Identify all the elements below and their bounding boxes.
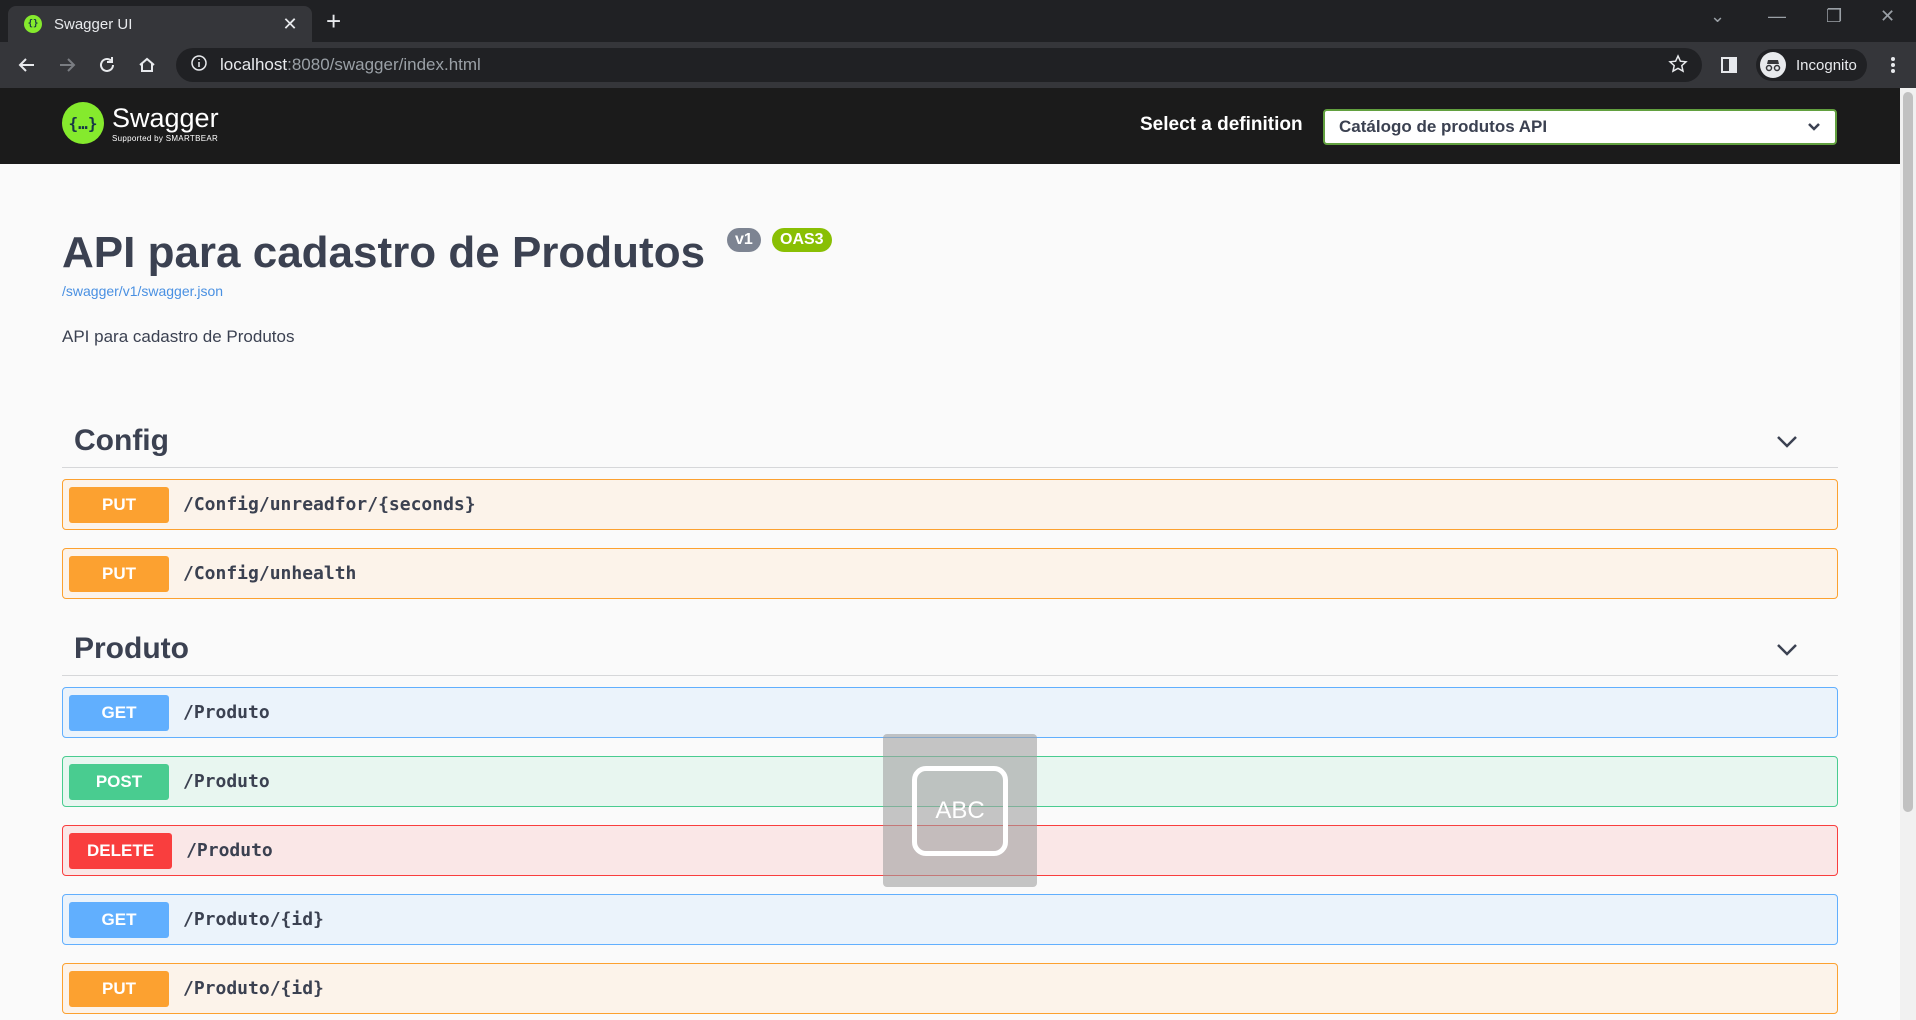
method-badge: DELETE bbox=[69, 832, 173, 869]
input-mode-overlay: ABC bbox=[883, 734, 1037, 887]
browser-menu-icon[interactable] bbox=[1878, 50, 1908, 80]
chevron-down-icon[interactable] bbox=[1772, 634, 1802, 664]
tag-section-produto[interactable]: Produto bbox=[62, 622, 1838, 676]
address-bar[interactable]: localhost:8080/swagger/index.html bbox=[176, 48, 1702, 82]
incognito-label: Incognito bbox=[1796, 56, 1857, 74]
logo-name: Swagger bbox=[112, 102, 219, 133]
api-description: API para cadastro de Produtos bbox=[62, 327, 295, 346]
operation-block[interactable]: PUT /Config/unreadfor/{seconds} bbox=[62, 479, 1838, 530]
method-badge: PUT bbox=[69, 486, 169, 523]
operation-block[interactable]: GET /Produto bbox=[62, 687, 1838, 738]
operation-path: /Config/unhealth bbox=[183, 563, 357, 584]
browser-tab[interactable]: {} Swagger UI ✕ bbox=[8, 6, 312, 42]
tab-search-icon[interactable]: ⌄ bbox=[1710, 6, 1725, 27]
browser-tab-bar: {} Swagger UI ✕ + ⌄ — ❐ ✕ bbox=[0, 0, 1916, 42]
logo-subtitle: Supported by SMARTBEAR bbox=[112, 133, 219, 143]
api-title: API para cadastro de Produtos bbox=[62, 228, 706, 277]
oas-badge: OAS3 bbox=[772, 228, 832, 252]
forward-icon[interactable] bbox=[52, 50, 82, 80]
operation-block[interactable]: PUT /Config/unhealth bbox=[62, 548, 1838, 599]
bookmark-star-icon[interactable] bbox=[1668, 54, 1688, 79]
chevron-down-icon bbox=[1807, 117, 1821, 137]
reload-icon[interactable] bbox=[92, 50, 122, 80]
site-info-icon[interactable] bbox=[190, 54, 208, 77]
back-icon[interactable] bbox=[12, 50, 42, 80]
tag-section-config[interactable]: Config bbox=[62, 414, 1838, 468]
side-panel-icon[interactable] bbox=[1714, 50, 1744, 80]
url-path: :8080/swagger/index.html bbox=[287, 55, 481, 74]
scrollbar-thumb[interactable] bbox=[1903, 92, 1913, 812]
incognito-profile[interactable]: Incognito bbox=[1756, 49, 1867, 81]
minimize-icon[interactable]: — bbox=[1768, 6, 1786, 27]
chevron-down-icon[interactable] bbox=[1772, 426, 1802, 456]
incognito-icon bbox=[1760, 52, 1786, 78]
swagger-topbar: {…} Swagger Supported by SMARTBEAR Selec… bbox=[0, 88, 1900, 164]
method-badge: GET bbox=[69, 694, 169, 731]
section-title: Config bbox=[74, 423, 169, 457]
definition-value: Catálogo de produtos API bbox=[1339, 117, 1548, 136]
operation-path: /Produto/{id} bbox=[183, 909, 324, 930]
spec-link[interactable]: /swagger/v1/swagger.json bbox=[62, 283, 223, 299]
keyboard-abc-icon: ABC bbox=[912, 765, 1008, 856]
url-host: localhost bbox=[220, 55, 288, 74]
definition-select[interactable]: Catálogo de produtos API bbox=[1323, 109, 1837, 145]
swagger-logo-icon: {…} bbox=[62, 102, 104, 144]
close-window-icon[interactable]: ✕ bbox=[1880, 6, 1895, 27]
browser-toolbar: localhost:8080/swagger/index.html Incogn… bbox=[0, 42, 1916, 88]
tab-title: Swagger UI bbox=[54, 15, 133, 33]
new-tab-icon[interactable]: + bbox=[326, 8, 341, 34]
swagger-logo[interactable]: {…} Swagger Supported by SMARTBEAR bbox=[62, 102, 219, 144]
operation-block[interactable]: PUT /Produto/{id} bbox=[62, 963, 1838, 1014]
overlay-label: ABC bbox=[935, 796, 985, 824]
version-badge: v1 bbox=[727, 228, 761, 252]
method-badge: POST bbox=[69, 763, 169, 800]
operation-path: /Produto bbox=[186, 840, 273, 861]
section-title: Produto bbox=[74, 631, 189, 665]
swagger-favicon-icon: {} bbox=[24, 15, 42, 33]
home-icon[interactable] bbox=[132, 50, 162, 80]
operation-path: /Produto bbox=[183, 702, 270, 723]
method-badge: PUT bbox=[69, 970, 169, 1007]
operation-block[interactable]: GET /Produto/{id} bbox=[62, 894, 1838, 945]
operation-path: /Produto bbox=[183, 771, 270, 792]
definition-label: Select a definition bbox=[1140, 114, 1303, 135]
restore-icon[interactable]: ❐ bbox=[1826, 6, 1842, 27]
operation-path: /Config/unreadfor/{seconds} bbox=[183, 494, 476, 515]
page-scrollbar[interactable] bbox=[1900, 88, 1916, 1020]
operation-path: /Produto/{id} bbox=[183, 978, 324, 999]
method-badge: PUT bbox=[69, 555, 169, 592]
close-tab-icon[interactable]: ✕ bbox=[280, 14, 300, 35]
method-badge: GET bbox=[69, 901, 169, 938]
